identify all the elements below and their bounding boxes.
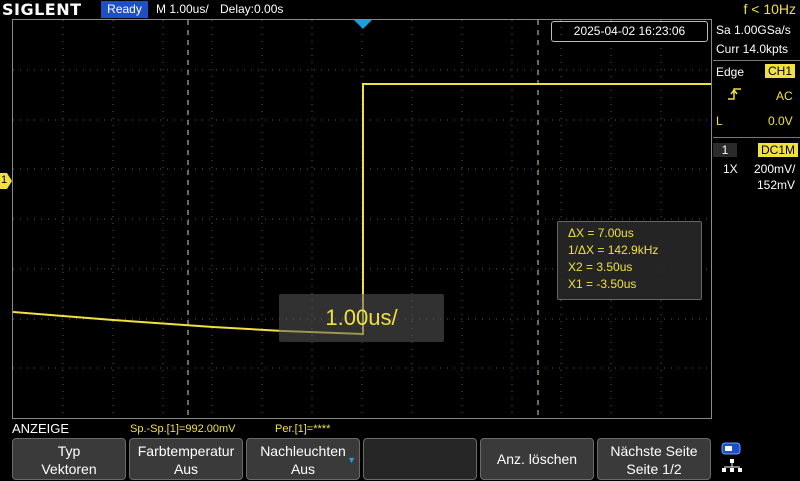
menu-title: ANZEIGE bbox=[12, 421, 70, 436]
cursor-delta-x: ΔX = 7.00us bbox=[568, 226, 634, 240]
timebase-readout[interactable]: M 1.00us/ bbox=[156, 2, 209, 16]
divider bbox=[713, 137, 800, 138]
datetime-display: 2025-04-02 16:23:06 bbox=[551, 21, 708, 42]
softkey-value: Aus bbox=[173, 461, 199, 477]
softkey-type[interactable]: Typ Vektoren bbox=[12, 438, 126, 480]
channel-scale[interactable]: 200mV/ bbox=[754, 162, 795, 176]
trigger-type[interactable]: Edge bbox=[716, 65, 744, 79]
cursor-inverse-delta-x: 1/ΔX = 142.9kHz bbox=[568, 243, 659, 257]
rising-edge-icon[interactable] bbox=[727, 87, 743, 104]
memory-depth: Curr 14.0kpts bbox=[716, 42, 789, 56]
run-status-badge[interactable]: Ready bbox=[101, 1, 148, 18]
timebase-overlay: 1.00us/ bbox=[279, 294, 444, 342]
frequency-counter: f < 10Hz bbox=[743, 1, 796, 17]
trigger-mode[interactable]: L bbox=[716, 114, 723, 128]
softkey-value: Seite 1/2 bbox=[626, 461, 682, 477]
submenu-arrow-icon: ▼ bbox=[347, 455, 356, 465]
softkey-value: Vektoren bbox=[41, 461, 97, 477]
brand-logo: SIGLENT bbox=[2, 0, 82, 19]
channel1-marker-label: 1 bbox=[1, 174, 8, 186]
softkey-color-temperature[interactable]: Farbtemperatur Aus bbox=[129, 438, 243, 480]
probe-attenuation[interactable]: 1X bbox=[723, 162, 738, 176]
right-info-panel: Sa 1.00GSa/s Curr 14.0kpts Edge CH1 AC L… bbox=[713, 19, 800, 420]
softkey-label: Nächste Seite bbox=[610, 443, 698, 459]
cursor-x1-value: X1 = -3.50us bbox=[568, 277, 637, 291]
network-status-icon bbox=[720, 442, 744, 476]
softkey-label: Farbtemperatur bbox=[137, 443, 235, 459]
measurement-period: Per.[1]=**** bbox=[275, 423, 331, 435]
softkey-persistence[interactable]: Nachleuchten Aus ▼ bbox=[246, 438, 360, 480]
softkey-label: Nachleuchten bbox=[260, 443, 346, 459]
softkey-next-page[interactable]: Nächste Seite Seite 1/2 bbox=[597, 438, 711, 480]
trigger-level[interactable]: 0.0V bbox=[768, 114, 793, 128]
measurement-peak-to-peak: Sp.-Sp.[1]=992.00mV bbox=[130, 423, 236, 435]
softkey-value: Aus bbox=[290, 461, 316, 477]
channel-coupling[interactable]: DC1M bbox=[758, 143, 799, 157]
softkey-label: Anz. löschen bbox=[496, 451, 578, 467]
trigger-position-marker[interactable] bbox=[354, 20, 372, 29]
trigger-coupling[interactable]: AC bbox=[776, 89, 793, 103]
channel-number[interactable]: 1 bbox=[713, 143, 737, 157]
sample-rate: Sa 1.00GSa/s bbox=[716, 23, 791, 37]
channel-offset[interactable]: 152mV bbox=[757, 178, 795, 192]
grid-svg bbox=[13, 20, 711, 418]
cursor-readout-box: ΔX = 7.00us 1/ΔX = 142.9kHz X2 = 3.50us … bbox=[557, 221, 702, 300]
waveform-display[interactable] bbox=[12, 19, 712, 419]
divider bbox=[713, 60, 800, 61]
softkey-label: Typ bbox=[57, 443, 81, 459]
softkey-empty bbox=[363, 438, 477, 480]
delay-readout[interactable]: Delay:0.00s bbox=[220, 2, 283, 16]
trigger-source[interactable]: CH1 bbox=[765, 64, 796, 78]
cursor-x2-value: X2 = 3.50us bbox=[568, 260, 633, 274]
channel1-offset-marker[interactable]: 1 bbox=[0, 173, 12, 189]
softkey-clear-display[interactable]: Anz. löschen bbox=[480, 438, 594, 480]
